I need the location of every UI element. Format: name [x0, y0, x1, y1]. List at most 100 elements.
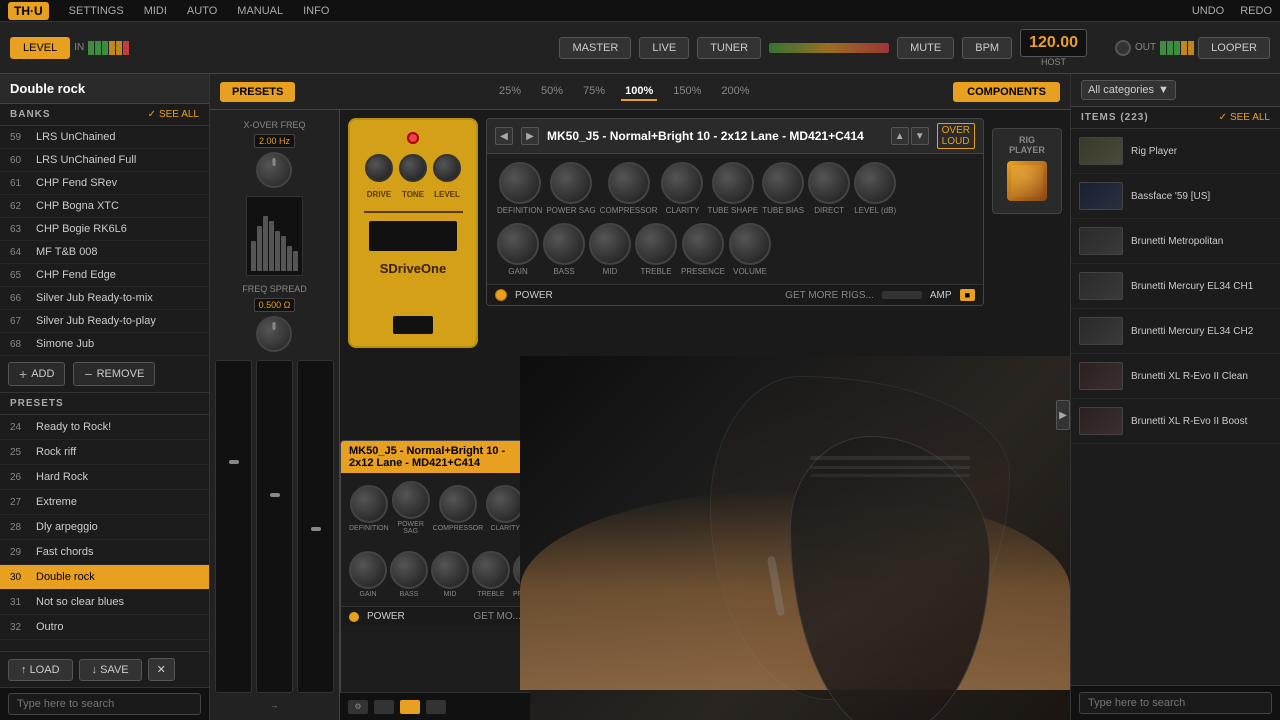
amp1-knob-2[interactable]	[608, 162, 650, 204]
amp1-scroll-up[interactable]: ▲	[891, 127, 909, 145]
bank-item[interactable]: 64MF T&B 008	[0, 241, 209, 264]
preset-item[interactable]: 31Not so clear blues	[0, 590, 209, 615]
items-item[interactable]: Brunetti XL R-Evo II Clean	[1071, 354, 1280, 399]
pedal-switch[interactable]	[393, 316, 433, 334]
amp2-get-more-btn[interactable]: GET MO...	[473, 611, 521, 622]
bank-item[interactable]: 59LRS UnChained	[0, 126, 209, 149]
items-see-all[interactable]: ✓ SEE ALL	[1219, 112, 1270, 123]
bank-item[interactable]: 67Silver Jub Ready-to-play	[0, 310, 209, 333]
live-btn[interactable]: LIVE	[639, 37, 689, 59]
items-item[interactable]: Brunetti XL R-Evo II Boost	[1071, 399, 1280, 444]
amp1-get-more-btn[interactable]: GET MORE RIGS...	[785, 290, 874, 301]
items-item[interactable]: Rig Player	[1071, 129, 1280, 174]
amp1-knob2-0[interactable]	[497, 223, 539, 265]
zoom-level[interactable]: 150%	[669, 83, 705, 101]
presets-bar-label[interactable]: PRESETS	[220, 82, 295, 102]
presets-header: PRESETS	[0, 393, 209, 415]
amp1-knob-4[interactable]	[712, 162, 754, 204]
amp2-knob-2[interactable]	[439, 485, 477, 523]
preset-item[interactable]: 24Ready to Rock!	[0, 415, 209, 440]
amp2-knob2-1[interactable]	[390, 551, 428, 589]
items-item[interactable]: Brunetti Metropolitan	[1071, 219, 1280, 264]
bank-item[interactable]: 68Simone Jub	[0, 333, 209, 356]
components-btn[interactable]: COMPONENTS	[953, 82, 1060, 102]
preset-item[interactable]: 28Dly arpeggio	[0, 515, 209, 540]
preset-item[interactable]: 30Double rock	[0, 565, 209, 590]
amp1-knob2-2[interactable]	[589, 223, 631, 265]
master-btn[interactable]: MASTER	[559, 37, 631, 59]
amp1-knob-7[interactable]	[854, 162, 896, 204]
amp2-knob2-0[interactable]	[349, 551, 387, 589]
zoom-level[interactable]: 50%	[537, 83, 567, 101]
amp1-nav-right[interactable]: ▶	[521, 127, 539, 145]
amp1-knob2-4[interactable]	[682, 223, 724, 265]
preset-item[interactable]: 27Extreme	[0, 490, 209, 515]
redo-btn[interactable]: REDO	[1240, 5, 1272, 17]
preset-item[interactable]: 26Hard Rock	[0, 465, 209, 490]
bank-item[interactable]: 60LRS UnChained Full	[0, 149, 209, 172]
categories-dropdown[interactable]: All categories ▼	[1081, 80, 1176, 100]
bottom-icon-3[interactable]	[400, 700, 420, 714]
amp2-knob2-3[interactable]	[472, 551, 510, 589]
freq-spread-knob[interactable]	[256, 316, 292, 352]
menu-manual[interactable]: MANUAL	[237, 5, 283, 17]
menu-auto[interactable]: AUTO	[187, 5, 217, 17]
preset-item[interactable]: 32Outro	[0, 615, 209, 640]
amp2-knob2-2[interactable]	[431, 551, 469, 589]
amp2-knob-0[interactable]	[350, 485, 388, 523]
banks-see-all[interactable]: ✓ SEE ALL	[148, 109, 199, 120]
remove-btn[interactable]: − REMOVE	[73, 362, 155, 386]
preset-item[interactable]: 25Rock riff	[0, 440, 209, 465]
amp1-knob-1[interactable]	[550, 162, 592, 204]
mute-btn[interactable]: MUTE	[897, 37, 954, 59]
preset-item[interactable]: 29Fast chords	[0, 540, 209, 565]
amp1-scroll-down[interactable]: ▼	[911, 127, 929, 145]
amp1-knob2-3[interactable]	[635, 223, 677, 265]
save-btn[interactable]: ↓ SAVE	[79, 659, 142, 681]
amp1-knob2-5[interactable]	[729, 223, 771, 265]
items-item[interactable]: Brunetti Mercury EL34 CH2	[1071, 309, 1280, 354]
level-btn[interactable]: LEVEL	[10, 37, 70, 59]
bank-item[interactable]: 66Silver Jub Ready-to-mix	[0, 287, 209, 310]
tuner-btn[interactable]: TUNER	[697, 37, 761, 59]
amp2-knob-1[interactable]	[392, 481, 430, 519]
zoom-level[interactable]: 25%	[495, 83, 525, 101]
pedal-tone-knob[interactable]	[399, 154, 427, 182]
amp1-nav-left[interactable]: ◀	[495, 127, 513, 145]
bottom-icon-2[interactable]	[374, 700, 394, 714]
add-btn[interactable]: + ADD	[8, 362, 65, 386]
preset-name: Extreme	[36, 496, 77, 508]
expand-arrow[interactable]: ▶	[1056, 400, 1070, 430]
left-search-input[interactable]	[8, 693, 201, 715]
zoom-level[interactable]: 200%	[717, 83, 753, 101]
bank-item[interactable]: 62CHP Bogna XTC	[0, 195, 209, 218]
menu-midi[interactable]: MIDI	[144, 5, 167, 17]
bottom-icon-1[interactable]: ⚙	[348, 700, 368, 714]
xover-freq-knob[interactable]	[256, 152, 292, 188]
amp1-knob2-1[interactable]	[543, 223, 585, 265]
bank-item[interactable]: 65CHP Fend Edge	[0, 264, 209, 287]
pedal-level-knob[interactable]	[433, 154, 461, 182]
bpm-btn[interactable]: BPM	[962, 37, 1012, 59]
right-search-input[interactable]	[1079, 692, 1272, 714]
amp1-knob-3[interactable]	[661, 162, 703, 204]
bottom-icon-4[interactable]	[426, 700, 446, 714]
menu-settings[interactable]: SETTINGS	[69, 5, 124, 17]
amp1-knob-6[interactable]	[808, 162, 850, 204]
amp1-knob-0[interactable]	[499, 162, 541, 204]
looper-btn[interactable]: LOOPER	[1198, 37, 1270, 59]
close-x-btn[interactable]: ✕	[148, 658, 175, 681]
items-item[interactable]: Brunetti Mercury EL34 CH1	[1071, 264, 1280, 309]
menu-info[interactable]: INFO	[303, 5, 329, 17]
amp1-knob-5[interactable]	[762, 162, 804, 204]
rig-player-visual[interactable]	[1007, 161, 1047, 201]
items-item[interactable]: Bassface '59 [US]	[1071, 174, 1280, 219]
zoom-level[interactable]: 100%	[621, 83, 657, 101]
zoom-level[interactable]: 75%	[579, 83, 609, 101]
pedal-drive-knob[interactable]	[365, 154, 393, 182]
amp2-knob-3[interactable]	[486, 485, 524, 523]
bank-item[interactable]: 61CHP Fend SRev	[0, 172, 209, 195]
load-btn[interactable]: ↑ LOAD	[8, 659, 73, 681]
undo-btn[interactable]: UNDO	[1192, 5, 1224, 17]
bank-item[interactable]: 63CHP Bogie RK6L6	[0, 218, 209, 241]
